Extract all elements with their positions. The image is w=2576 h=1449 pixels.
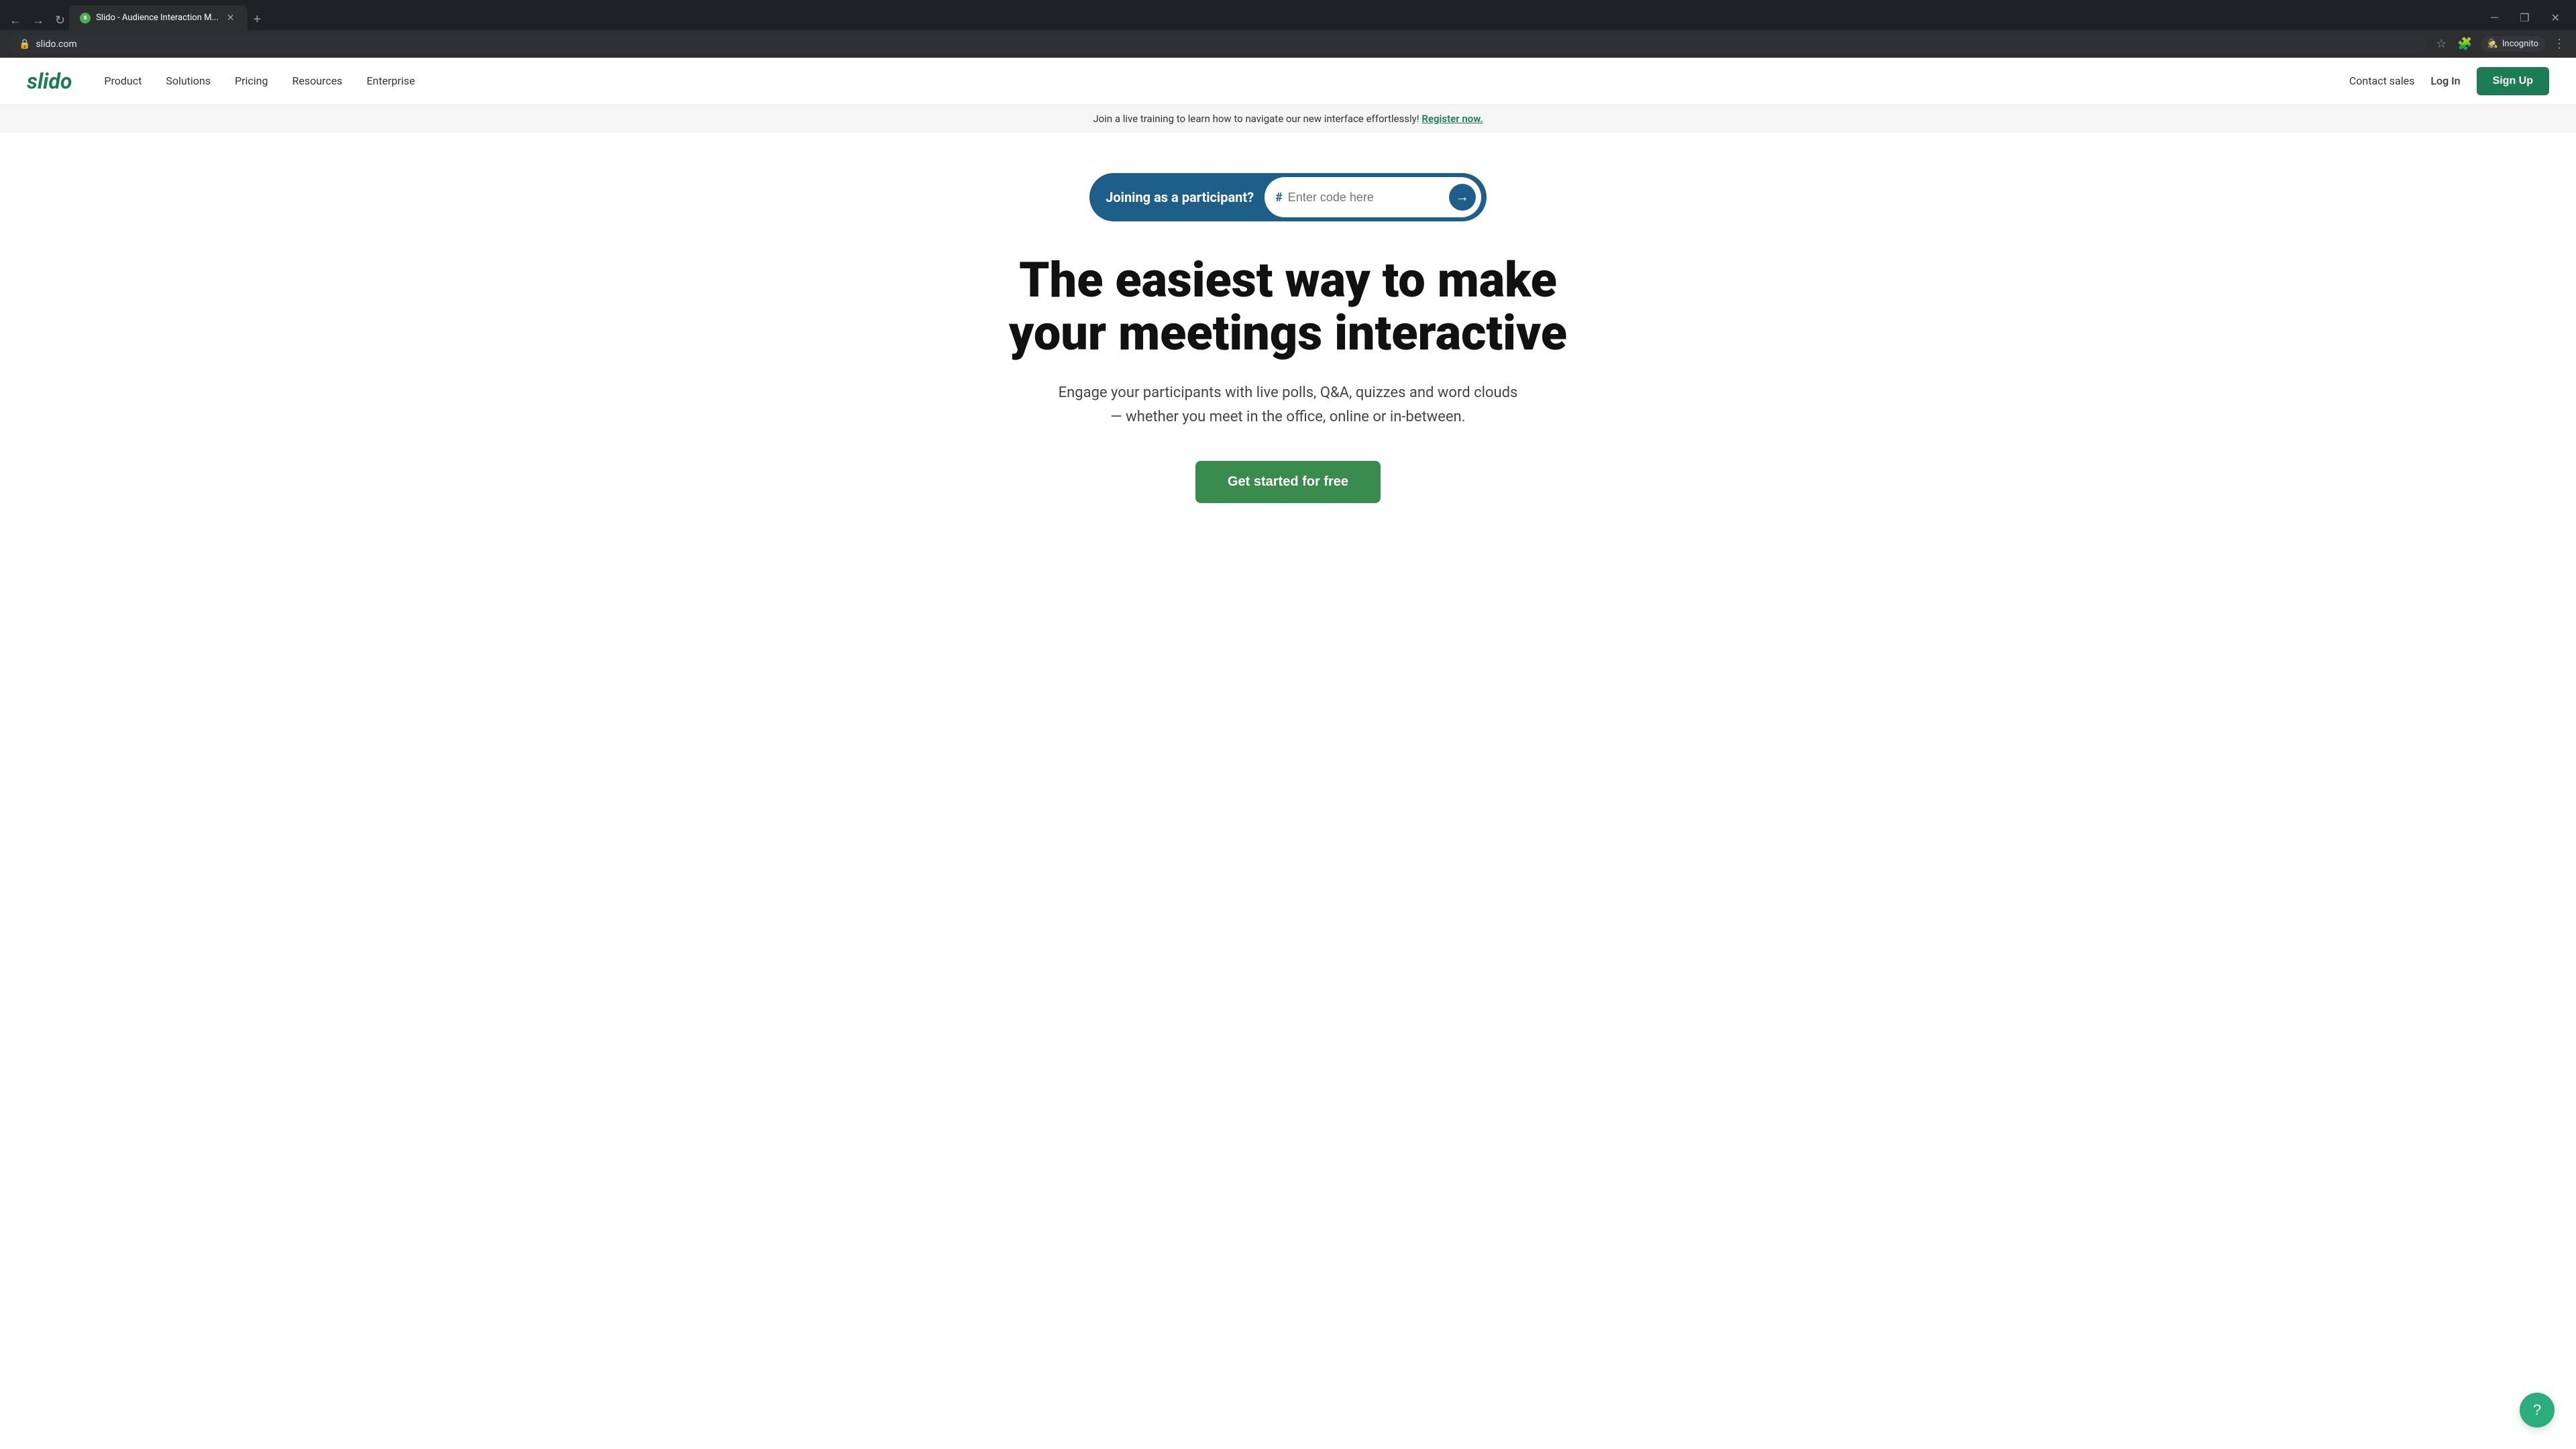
minimize-button[interactable]: ─ [2480,8,2509,28]
back-button[interactable]: ← [5,11,25,30]
menu-icon[interactable]: ⋮ [2551,34,2568,54]
nav-enterprise[interactable]: Enterprise [366,74,415,87]
new-tab-button[interactable]: + [248,9,266,30]
hero-section: Joining as a participant? # → The easies… [986,133,1590,557]
hash-icon: # [1275,191,1283,205]
lock-icon: 🔒 [19,39,30,50]
code-submit-button[interactable]: → [1449,184,1476,211]
nav-pricing[interactable]: Pricing [235,74,268,87]
hero-title-line2: your meetings interactive [1009,305,1567,362]
maximize-button[interactable]: ❐ [2509,7,2540,29]
nav-solutions[interactable]: Solutions [166,74,211,87]
logo-text: slido [27,68,72,94]
tab-title: Slido - Audience Interaction M... [96,13,219,23]
nav-resources[interactable]: Resources [292,74,343,87]
bookmark-icon[interactable]: ☆ [2433,34,2449,54]
get-started-button[interactable]: Get started for free [1195,461,1381,503]
logo[interactable]: slido [27,68,72,94]
forward-button[interactable]: → [28,11,48,30]
hero-title: The easiest way to make your meetings in… [1000,254,1576,360]
hero-title-line1: The easiest way to make [1019,252,1557,309]
reload-button[interactable]: ↻ [51,11,69,30]
contact-sales-link[interactable]: Contact sales [2349,74,2414,87]
extension-icon[interactable]: 🧩 [2455,34,2475,54]
incognito-icon: 🕵️ [2487,39,2498,49]
participant-join-bar: Joining as a participant? # → [1089,173,1487,221]
code-input-wrapper: # → [1265,177,1481,217]
nav-product[interactable]: Product [104,74,142,87]
url-text: slido.com [36,39,76,50]
code-input[interactable] [1288,191,1444,205]
announcement-banner: Join a live training to learn how to nav… [0,105,2576,133]
navbar: slido Product Solutions Pricing Resource… [0,58,2576,105]
incognito-label: Incognito [2502,39,2538,49]
nav-right: Contact sales Log In Sign Up [2349,67,2549,95]
close-button[interactable]: ✕ [2540,7,2571,29]
hero-subtitle: Engage your participants with live polls… [1000,381,1576,428]
login-button[interactable]: Log In [2430,74,2460,87]
incognito-badge[interactable]: 🕵️ Incognito [2481,36,2545,52]
address-bar-row: 🔒 slido.com ☆ 🧩 🕵️ Incognito ⋮ [0,30,2576,58]
tab-favicon: s [80,13,91,23]
tab-close-button[interactable]: ✕ [224,11,237,25]
page: slido Product Solutions Pricing Resource… [0,58,2576,557]
signup-button[interactable]: Sign Up [2477,67,2549,95]
help-button[interactable]: ? [2520,1393,2555,1428]
address-bar[interactable]: 🔒 slido.com [8,35,2426,54]
toolbar-icons: ☆ 🧩 🕵️ Incognito ⋮ [2433,34,2568,54]
participant-label: Joining as a participant? [1106,189,1254,205]
browser-chrome: ← → ↻ s Slido - Audience Interaction M..… [0,0,2576,58]
active-tab[interactable]: s Slido - Audience Interaction M... ✕ [69,5,248,30]
help-icon: ? [2533,1401,2541,1419]
window-controls: ─ ❐ ✕ [2480,7,2571,29]
banner-register-link[interactable]: Register now. [1421,113,1483,125]
nav-links: Product Solutions Pricing Resources Ente… [104,74,2349,87]
banner-text: Join a live training to learn how to nav… [1093,113,1419,125]
browser-nav-buttons: ← → ↻ [5,11,69,30]
